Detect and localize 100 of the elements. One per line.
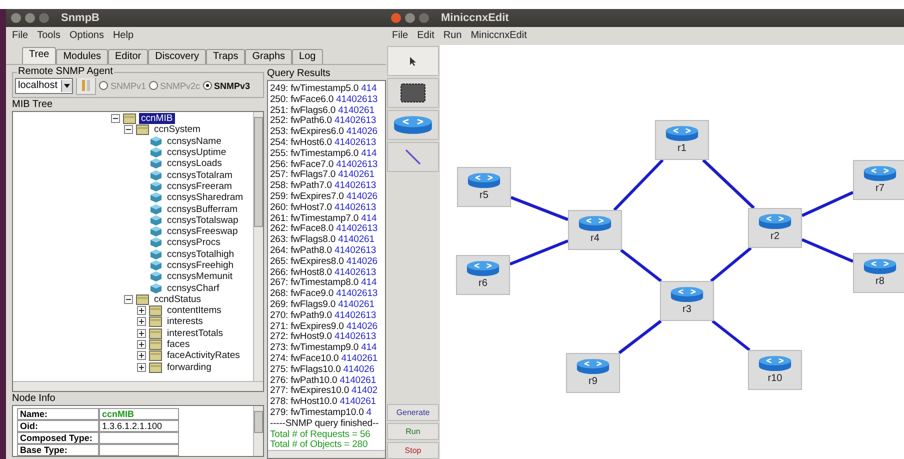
router-node[interactable]: r4	[568, 210, 622, 250]
result-line: 275: fwFlags10.0 414026	[270, 364, 376, 375]
expand-icon[interactable]	[137, 306, 146, 316]
menu-item[interactable]: Help	[112, 30, 134, 42]
router-icon	[665, 125, 699, 142]
tree-item[interactable]: ccnsysTotalram	[165, 170, 234, 181]
menu-item[interactable]: Edit	[417, 30, 434, 42]
tree-item[interactable]: interestTotals	[165, 328, 225, 339]
router-node[interactable]: r3	[660, 281, 714, 321]
tab[interactable]: Log	[292, 49, 323, 64]
tree-item[interactable]: ccndStatus	[152, 294, 203, 305]
menu-item[interactable]: Tools	[37, 30, 60, 42]
tool-button[interactable]	[387, 78, 439, 108]
result-line: 254: fwHost6.0 41402613	[270, 136, 377, 148]
host-dropdown[interactable]: localhost	[15, 78, 74, 94]
node-icon	[150, 204, 162, 215]
tree-item[interactable]: ccnsysTotalswap	[165, 214, 240, 226]
expand-icon[interactable]	[137, 351, 146, 360]
tree-item[interactable]: interests	[165, 316, 205, 328]
result-line: 257: fwFlags7.0 4140261	[270, 169, 376, 180]
tree-item[interactable]: ccnsysFreeswap	[165, 226, 240, 238]
minimize-icon[interactable]	[405, 13, 415, 23]
tab[interactable]: Tree	[22, 47, 56, 64]
router-node[interactable]: r8	[853, 253, 904, 293]
tree-item[interactable]: ccnsysSharedram	[165, 192, 246, 204]
node-label: r1	[678, 143, 686, 155]
tab[interactable]: Modules	[56, 49, 108, 64]
tree-item[interactable]: ccnsysName	[165, 136, 224, 147]
tree-item[interactable]: ccnsysBufferram	[165, 204, 240, 215]
tree-item[interactable]: ccnsysFreeram	[165, 180, 234, 192]
scrollbar[interactable]	[253, 406, 263, 456]
section-title: MIB Tree	[12, 98, 54, 111]
tree-item[interactable]: ccnsysUptime	[165, 147, 228, 158]
expand-icon[interactable]	[137, 340, 146, 350]
result-line: 253: fwExpires6.0 414026	[270, 126, 378, 137]
collapse-icon[interactable]	[124, 294, 133, 304]
node-icon	[150, 260, 162, 271]
folder-icon	[149, 362, 162, 373]
caret-icon	[64, 84, 70, 88]
link-line[interactable]	[620, 248, 662, 282]
tab[interactable]: Discovery	[148, 49, 206, 64]
menu-item[interactable]: MiniccnxEdit	[470, 30, 527, 42]
tree-item[interactable]: ccnsysTotalhigh	[165, 248, 236, 260]
result-line: 261: fwTimestamp7.0 414	[270, 212, 378, 224]
collapse-icon[interactable]	[124, 125, 133, 134]
tree-item[interactable]: ccnMIB	[139, 113, 175, 124]
router-node[interactable]: r5	[457, 167, 511, 207]
minimize-icon[interactable]	[25, 13, 35, 23]
router-node[interactable]: r10	[748, 350, 802, 390]
tree-item[interactable]: forwarding	[165, 362, 214, 373]
menu-item[interactable]: File	[392, 30, 408, 42]
link-line[interactable]	[613, 158, 664, 212]
tree-item[interactable]: faces	[165, 339, 192, 350]
router-node[interactable]: r2	[748, 208, 802, 248]
tree-item[interactable]: ccnsysMemunit	[165, 271, 234, 282]
node-icon	[150, 136, 162, 147]
tree-item[interactable]: ccnSystem	[152, 124, 202, 136]
collapse-icon[interactable]	[111, 114, 120, 124]
link-line[interactable]	[702, 158, 755, 210]
scrollbar[interactable]	[253, 112, 263, 381]
link-line[interactable]	[509, 239, 569, 266]
menu-item[interactable]: File	[12, 30, 28, 42]
menu-item[interactable]: Options	[69, 30, 104, 42]
router-node[interactable]: r7	[853, 160, 904, 200]
tree-item[interactable]: ccnsysLoads	[165, 158, 224, 170]
action-button[interactable]: Generate	[387, 404, 439, 421]
tree-item[interactable]: ccnsysFreehigh	[165, 260, 236, 271]
router-node[interactable]: r9	[566, 353, 620, 393]
result-line: 258: fwPath7.0 41402613	[270, 180, 377, 191]
node-label: r6	[478, 278, 488, 290]
router-node[interactable]: r6	[456, 255, 510, 295]
result-line: 272: fwHost9.0 41402613	[270, 331, 377, 342]
action-button[interactable]: Stop	[387, 442, 439, 459]
tree-item[interactable]: contentItems	[165, 305, 224, 316]
action-button[interactable]: Run	[387, 423, 439, 440]
scrollbar[interactable]	[13, 381, 263, 391]
tree-item[interactable]: faceActivityRates	[165, 350, 242, 362]
router-node[interactable]: r1	[655, 120, 709, 160]
tree-item[interactable]: ccnsysCharf	[165, 282, 222, 294]
link-line[interactable]	[510, 196, 569, 221]
version-radio[interactable]: SNMPv3	[203, 80, 250, 92]
scrollbar[interactable]	[268, 450, 385, 458]
expand-icon[interactable]	[137, 317, 146, 326]
link-line[interactable]	[710, 246, 752, 282]
tab[interactable]: Graphs	[245, 49, 292, 64]
tab[interactable]: Editor	[108, 49, 148, 64]
expand-icon[interactable]	[137, 362, 146, 372]
close-icon[interactable]	[391, 13, 401, 23]
link-line[interactable]	[801, 190, 854, 218]
node-label: r4	[590, 233, 600, 245]
tree-item[interactable]: ccnsysProcs	[165, 237, 222, 248]
tab[interactable]: Traps	[206, 49, 246, 64]
link-line[interactable]	[712, 320, 750, 352]
close-icon[interactable]	[11, 13, 21, 23]
node-icon	[150, 147, 162, 158]
expand-icon[interactable]	[137, 328, 146, 338]
menu-item[interactable]: Run	[443, 30, 462, 42]
link-line[interactable]	[618, 320, 662, 354]
link-line[interactable]	[801, 238, 854, 263]
node-icon	[150, 282, 162, 294]
